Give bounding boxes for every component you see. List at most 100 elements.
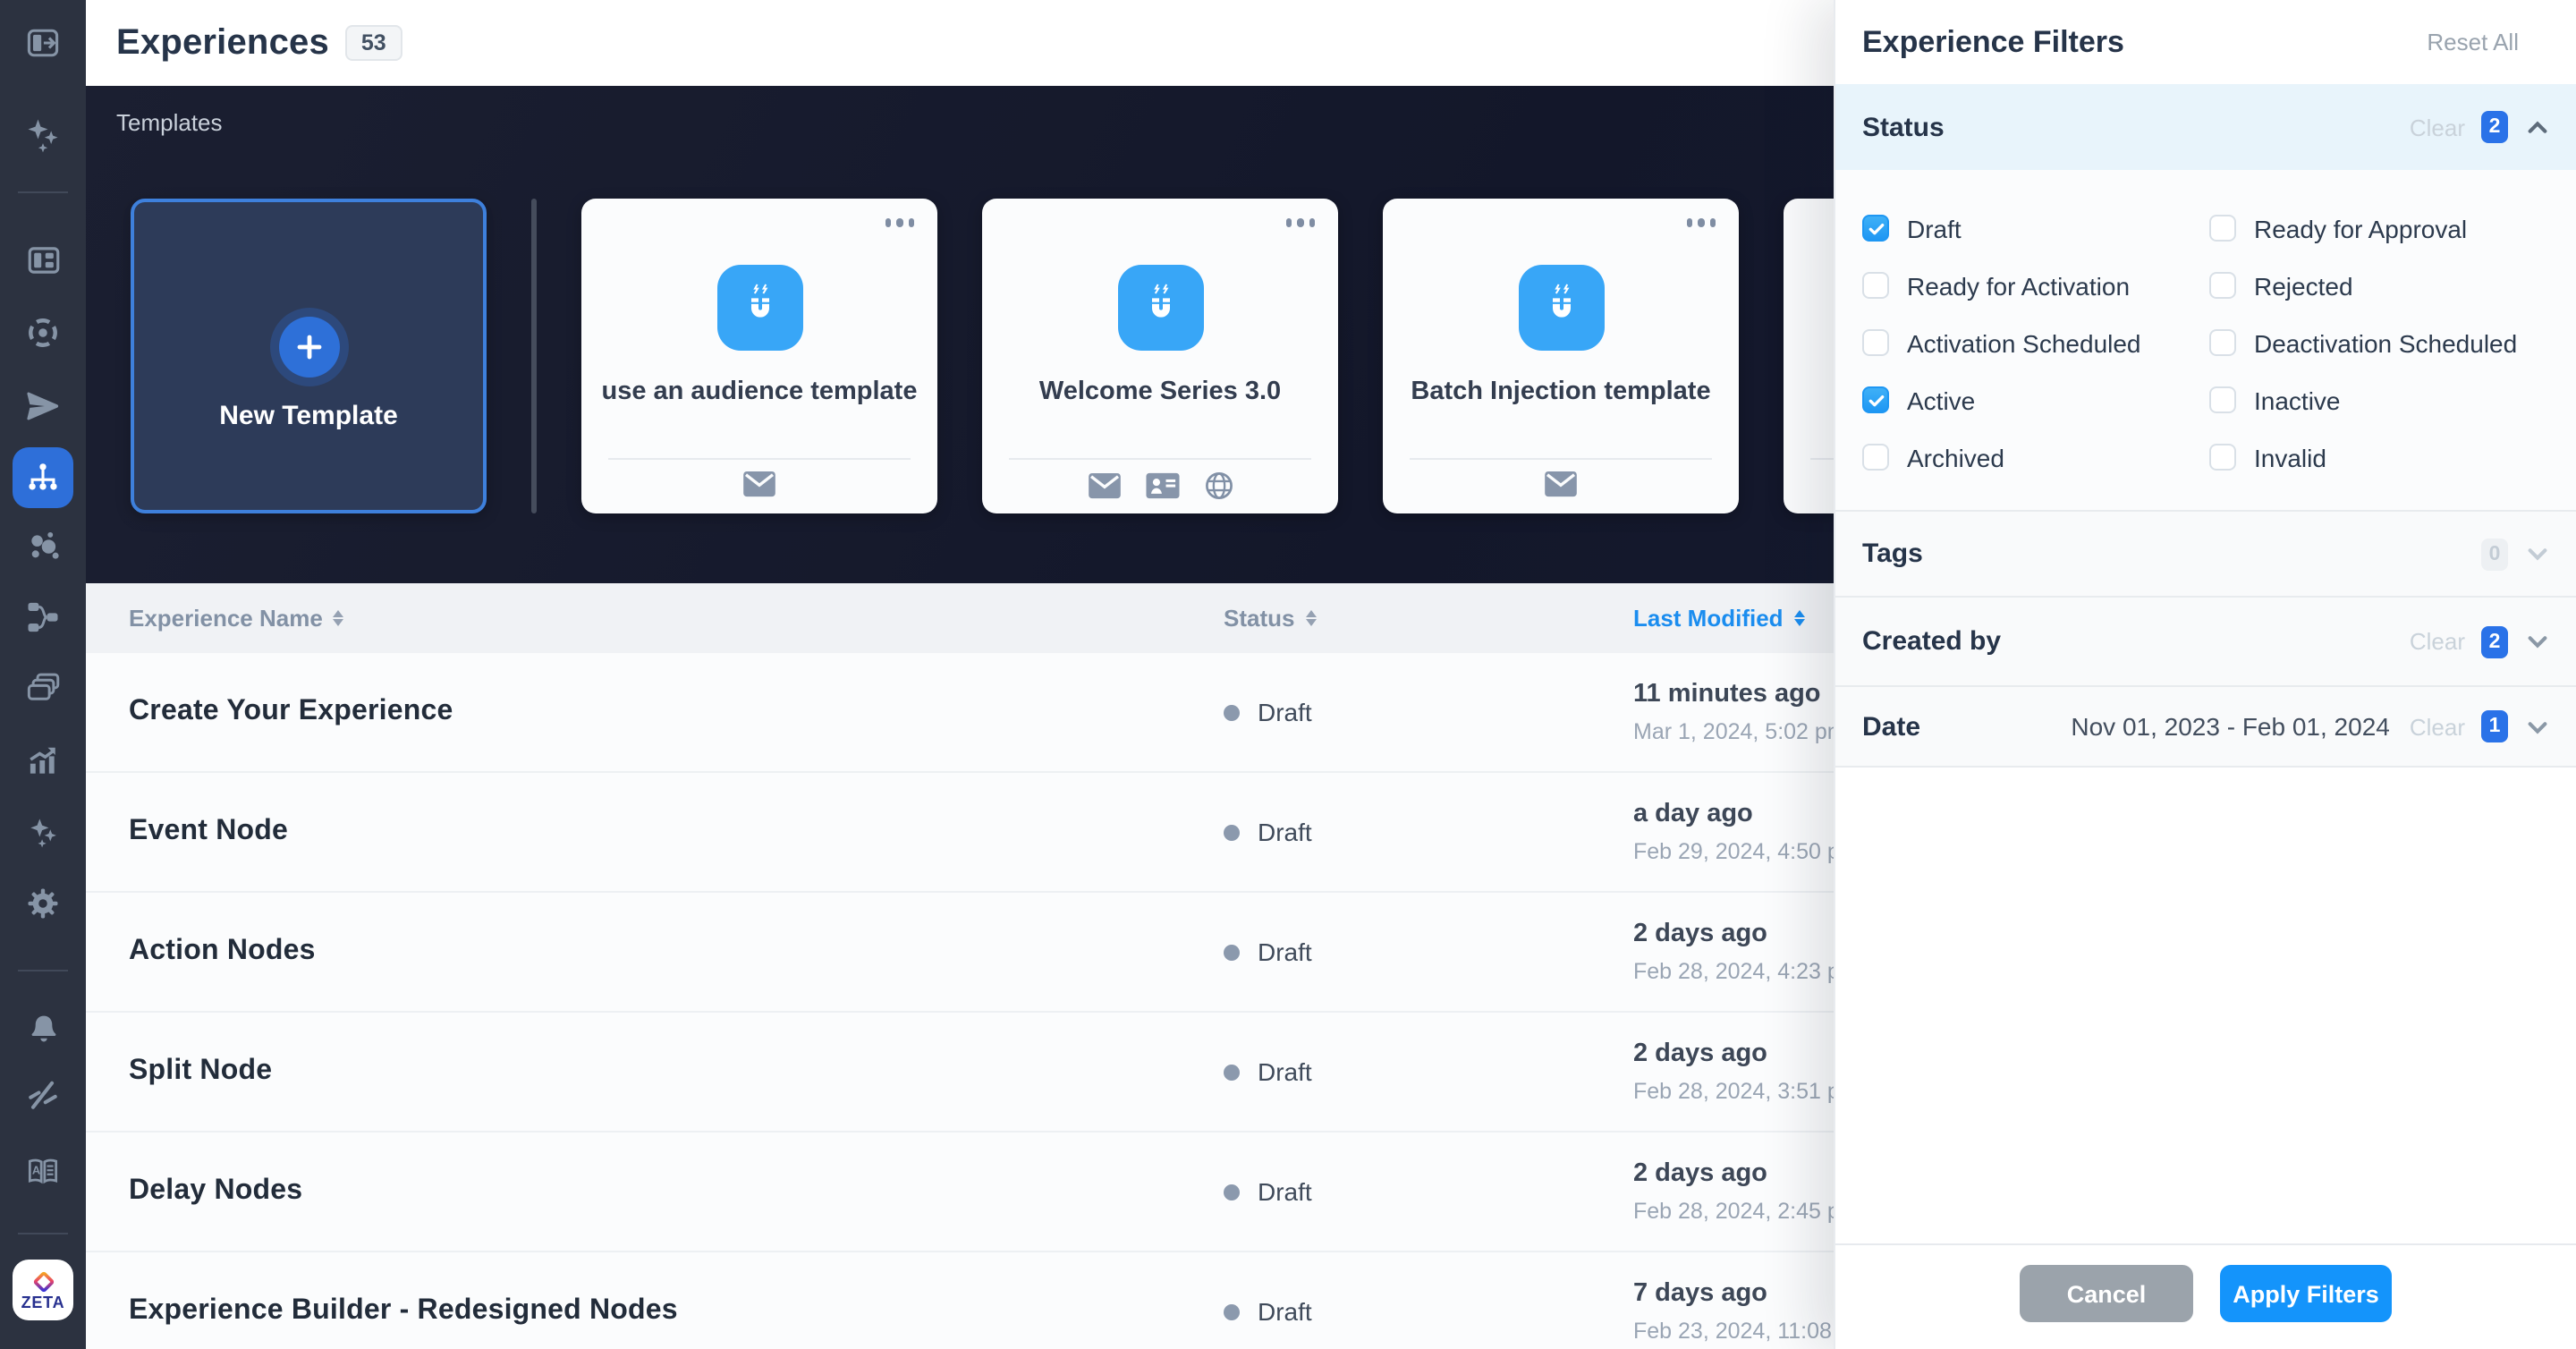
target-icon[interactable] bbox=[21, 311, 64, 354]
copies-layers-icon[interactable] bbox=[21, 666, 64, 708]
svg-text:A: A bbox=[32, 1164, 40, 1177]
audience-magnet-icon bbox=[1117, 265, 1203, 351]
column-header-status[interactable]: Status bbox=[1224, 583, 1316, 653]
ai-assist-icon[interactable] bbox=[21, 810, 64, 853]
card-menu-icon[interactable] bbox=[1686, 218, 1716, 227]
audiences-icon[interactable] bbox=[21, 526, 64, 569]
experience-name[interactable]: Experience Builder - Redesigned Nodes bbox=[129, 1295, 678, 1328]
channel-icons-row bbox=[581, 471, 937, 497]
chevron-down-icon[interactable] bbox=[2524, 541, 2549, 566]
filter-section-date[interactable]: Date Nov 01, 2023 - Feb 01, 2024 Clear 1 bbox=[1835, 685, 2576, 768]
checkbox-invalid[interactable]: Invalid bbox=[2209, 444, 2517, 471]
checkbox-draft[interactable]: Draft bbox=[1862, 215, 2209, 242]
collapse-sidebar-icon[interactable] bbox=[21, 21, 64, 64]
column-label: Last Modified bbox=[1633, 605, 1784, 632]
cancel-button[interactable]: Cancel bbox=[2020, 1265, 2193, 1322]
template-card[interactable]: use an audience template bbox=[581, 199, 937, 513]
filters-panel-title: Experience Filters bbox=[1862, 24, 2124, 60]
checkbox-rejected[interactable]: Rejected bbox=[2209, 272, 2517, 299]
reset-all-button[interactable]: Reset All bbox=[2427, 29, 2519, 55]
chevron-down-icon[interactable] bbox=[2524, 714, 2549, 739]
filter-section-created-by[interactable]: Created by Clear 2 bbox=[1835, 596, 2576, 685]
sort-icon bbox=[1794, 610, 1805, 626]
status-label: Draft bbox=[1258, 698, 1312, 726]
template-card[interactable]: Welcome Series 3.0 bbox=[982, 199, 1338, 513]
experience-name[interactable]: Event Node bbox=[129, 816, 288, 848]
channel-icons-row bbox=[982, 471, 1338, 501]
analytics-trend-icon[interactable] bbox=[21, 739, 64, 782]
checkbox-ready-for-approval[interactable]: Ready for Approval bbox=[2209, 215, 2517, 242]
checkbox-label: Draft bbox=[1907, 214, 1962, 242]
new-template-card[interactable]: New Template bbox=[131, 199, 487, 513]
notifications-bell-icon[interactable] bbox=[21, 1007, 64, 1050]
checkbox-inactive[interactable]: Inactive bbox=[2209, 386, 2517, 413]
created-by-clear-button[interactable]: Clear bbox=[2410, 628, 2465, 655]
sidebar-divider bbox=[18, 1233, 68, 1234]
status-cell: Draft bbox=[1224, 1177, 1312, 1206]
status-clear-button[interactable]: Clear bbox=[2410, 114, 2465, 140]
sidebar: A ZETA bbox=[0, 0, 86, 1349]
knowledge-book-icon[interactable]: A bbox=[21, 1150, 64, 1193]
checkbox-label: Deactivation Scheduled bbox=[2254, 328, 2517, 357]
chevron-up-icon[interactable] bbox=[2524, 115, 2549, 140]
ai-sparkles-icon[interactable] bbox=[21, 113, 64, 156]
status-label: Draft bbox=[1258, 1177, 1312, 1206]
checkbox-label: Activation Scheduled bbox=[1907, 328, 2141, 357]
audience-magnet-icon bbox=[1518, 265, 1604, 351]
signal-icon[interactable] bbox=[21, 1073, 64, 1116]
status-dot bbox=[1224, 1184, 1240, 1200]
card-divider bbox=[1009, 458, 1311, 460]
chevron-down-icon[interactable] bbox=[2524, 629, 2549, 654]
date-range-value: Nov 01, 2023 - Feb 01, 2024 bbox=[2071, 712, 2389, 741]
column-label: Status bbox=[1224, 605, 1294, 632]
filter-section-status[interactable]: Status Clear 2 bbox=[1835, 84, 2576, 170]
status-label: Draft bbox=[1258, 938, 1312, 966]
email-icon bbox=[1544, 471, 1578, 497]
section-label: Created by bbox=[1862, 626, 2001, 657]
section-label: Date bbox=[1862, 711, 1920, 742]
column-label: Experience Name bbox=[129, 605, 323, 632]
status-cell: Draft bbox=[1224, 698, 1312, 726]
apply-filters-button[interactable]: Apply Filters bbox=[2220, 1265, 2392, 1322]
checkbox-label: Ready for Activation bbox=[1907, 271, 2130, 300]
card-menu-icon[interactable] bbox=[885, 218, 914, 227]
checkbox-label: Archived bbox=[1907, 443, 2004, 471]
status-options-area: Draft Ready for Approval Ready for Activ… bbox=[1835, 170, 2576, 510]
sidebar-item-experiences-active[interactable] bbox=[13, 447, 73, 508]
card-menu-icon[interactable] bbox=[1285, 218, 1315, 227]
checkbox-label: Rejected bbox=[2254, 271, 2353, 300]
checkbox-archived[interactable]: Archived bbox=[1862, 444, 2209, 471]
column-header-last-modified[interactable]: Last Modified bbox=[1633, 583, 1805, 653]
filter-section-tags[interactable]: Tags 0 bbox=[1835, 510, 2576, 596]
date-count-badge: 1 bbox=[2481, 710, 2508, 742]
card-divider bbox=[1410, 458, 1712, 460]
zeta-logo[interactable]: ZETA bbox=[13, 1260, 73, 1320]
experience-name[interactable]: Split Node bbox=[129, 1056, 272, 1088]
date-clear-button[interactable]: Clear bbox=[2410, 713, 2465, 740]
checkbox-icon bbox=[2209, 386, 2236, 413]
template-card[interactable]: Batch Injection template bbox=[1383, 199, 1739, 513]
status-label: Draft bbox=[1258, 1057, 1312, 1086]
checkbox-icon bbox=[1862, 329, 1889, 356]
app-root: A ZETA Experiences 53 bbox=[0, 0, 2576, 1349]
web-globe-icon bbox=[1203, 471, 1233, 501]
dashboard-icon[interactable] bbox=[21, 238, 64, 281]
email-icon bbox=[1087, 472, 1121, 499]
sort-icon bbox=[334, 610, 344, 626]
experience-name[interactable]: Delay Nodes bbox=[129, 1175, 302, 1208]
merge-flow-icon[interactable] bbox=[21, 596, 64, 639]
checkbox-active[interactable]: Active bbox=[1862, 386, 2209, 413]
checkbox-ready-for-activation[interactable]: Ready for Activation bbox=[1862, 272, 2209, 299]
column-header-experience-name[interactable]: Experience Name bbox=[129, 583, 344, 653]
checkbox-label: Invalid bbox=[2254, 443, 2326, 471]
section-label: Tags bbox=[1862, 539, 1923, 569]
send-icon[interactable] bbox=[21, 385, 64, 428]
checkbox-label: Ready for Approval bbox=[2254, 214, 2467, 242]
checkbox-activation-scheduled[interactable]: Activation Scheduled bbox=[1862, 329, 2209, 356]
checkbox-deactivation-scheduled[interactable]: Deactivation Scheduled bbox=[2209, 329, 2517, 356]
experience-name[interactable]: Create Your Experience bbox=[129, 696, 453, 728]
status-dot bbox=[1224, 1303, 1240, 1319]
settings-gear-icon[interactable] bbox=[21, 882, 64, 925]
experience-name[interactable]: Action Nodes bbox=[129, 936, 316, 968]
status-cell: Draft bbox=[1224, 818, 1312, 846]
